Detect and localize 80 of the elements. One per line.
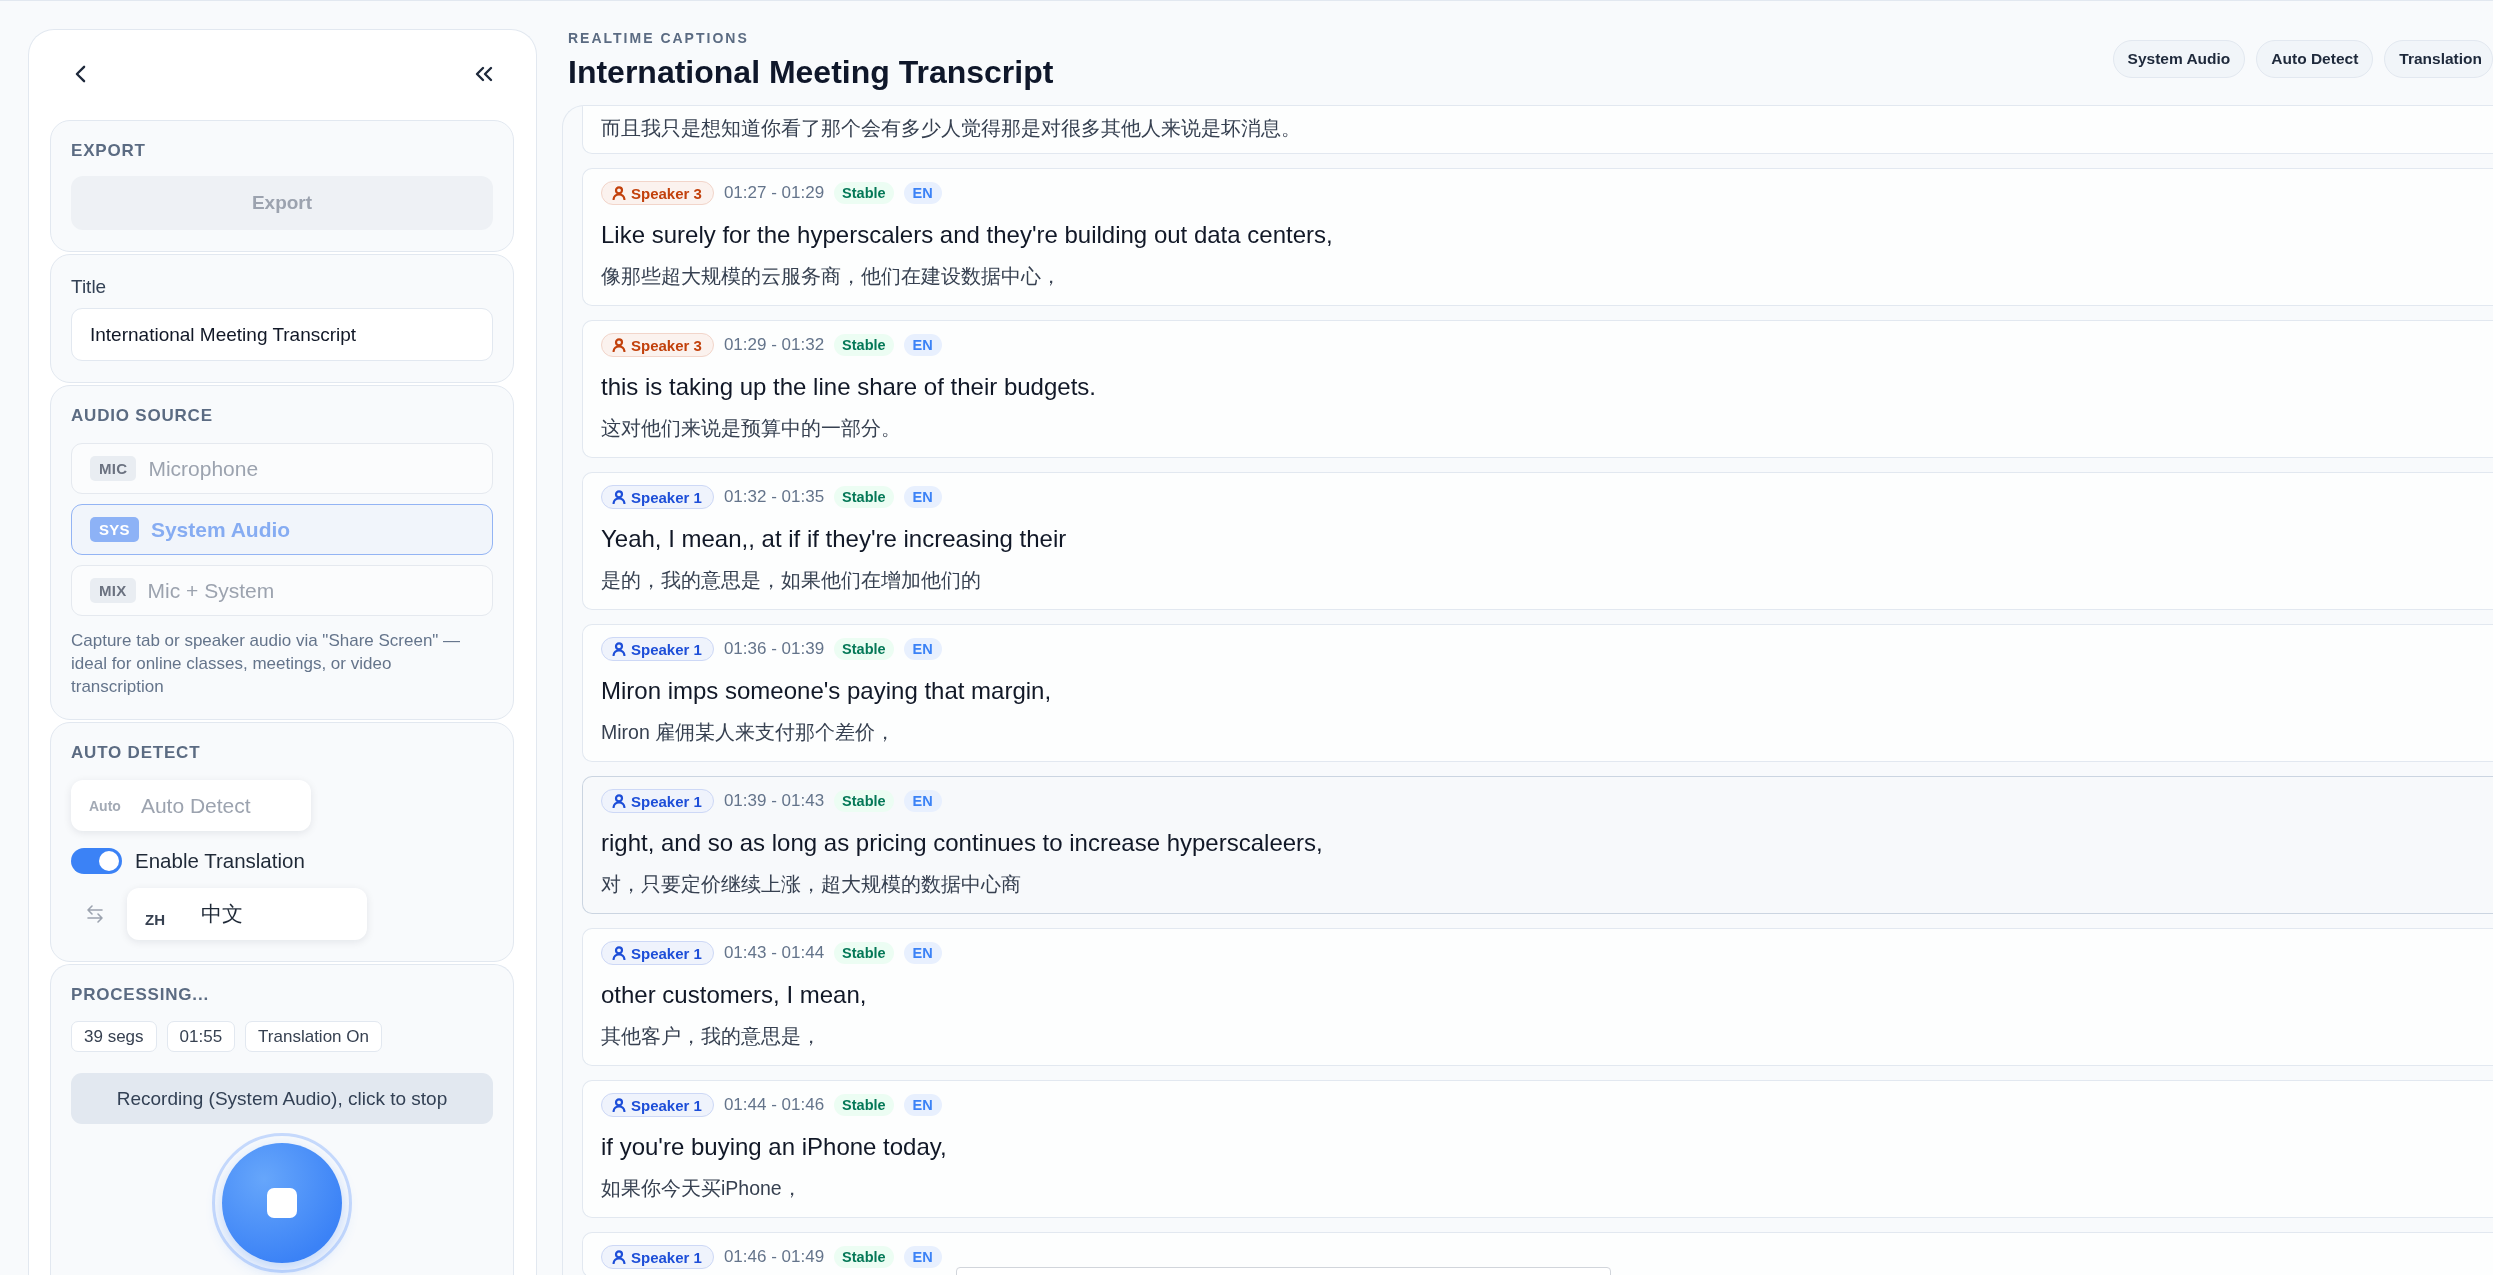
speaker-name: Speaker 1: [631, 792, 702, 810]
transcript-text: other customers, I mean,: [601, 980, 868, 1010]
translation-text: 其他客户，我的意思是，: [601, 1024, 822, 1049]
timestamp: 01:46 - 01:49: [723, 1247, 825, 1267]
audio-source-description: Capture tab or speaker audio via "Share Screen" — ideal for online classes, meetings, or video transcription: [71, 630, 462, 698]
transcript-text: Miron imps someone's paying that margin,: [601, 676, 1053, 706]
language-code: ZH: [145, 910, 166, 930]
source-language-select[interactable]: Auto Auto Detect: [71, 780, 311, 831]
stability-status: Stable: [834, 638, 894, 660]
stop-icon: [267, 1188, 297, 1218]
section-heading: PROCESSING...: [71, 984, 209, 1006]
title-input[interactable]: International Meeting Transcript: [71, 308, 493, 361]
speaker-name: Speaker 1: [631, 488, 702, 506]
language-code: EN: [903, 182, 942, 204]
language-code: EN: [903, 1094, 942, 1116]
target-language-select[interactable]: ZH 中文: [127, 888, 367, 940]
language-code: EN: [903, 486, 942, 508]
page-eyebrow: REALTIME CAPTIONS: [568, 29, 750, 47]
audio-source-option[interactable]: MIX Mic + System: [71, 565, 493, 616]
section-heading: EXPORT: [71, 140, 146, 162]
section-heading: AUDIO SOURCE: [71, 405, 213, 427]
recording-stat: 39 segs: [71, 1021, 157, 1052]
language-code: EN: [903, 334, 942, 356]
translation-text: 这对他们来说是预算中的一部分。: [601, 416, 902, 441]
language-code: EN: [903, 1246, 942, 1268]
translation-text: 是的，我的意思是，如果他们在增加他们的: [601, 568, 982, 593]
field-label: Title: [71, 276, 107, 298]
mode-indicator: Auto Detect: [2256, 40, 2374, 78]
source-code-tag: SYS: [90, 517, 139, 542]
translation-toggle[interactable]: [71, 848, 122, 874]
mode-indicator: System Audio: [2112, 40, 2246, 78]
source-code-tag: MIX: [90, 578, 136, 603]
speaker-name: Speaker 3: [631, 184, 702, 202]
language-code: Auto: [89, 797, 121, 814]
double-chevron-left-icon[interactable]: [474, 66, 494, 82]
translation-text: 对，只要定价继续上涨，超大规模的数据中心商: [601, 872, 1022, 897]
timestamp: 01:39 - 01:43: [723, 791, 825, 811]
section-heading: AUTO DETECT: [71, 742, 201, 764]
swap-arrows-icon[interactable]: [85, 904, 105, 924]
speaker-name: Speaker 1: [631, 640, 702, 658]
timestamp: 01:27 - 01:29: [723, 183, 825, 203]
timestamp: 01:36 - 01:39: [723, 639, 825, 659]
stability-status: Stable: [834, 486, 894, 508]
speaker-name: Speaker 1: [631, 1096, 702, 1114]
language-code: EN: [903, 638, 942, 660]
translation-text: Miron 雇佣某人来支付那个差价，: [601, 720, 897, 745]
mode-indicator: Translation: [2384, 40, 2493, 78]
transcript-text: Yeah, I mean,, at if if they're increasing their: [601, 524, 1068, 554]
transcript-text: right, and so as long as pricing continues to increase hyperscaleers,: [601, 828, 1324, 858]
recording-status-button[interactable]: Recording (System Audio), click to stop: [71, 1073, 493, 1124]
speaker-name: Speaker 3: [631, 336, 702, 354]
timestamp: 01:44 - 01:46: [723, 1095, 825, 1115]
stability-status: Stable: [834, 1246, 894, 1268]
stability-status: Stable: [834, 334, 894, 356]
translation-text: 像那些超大规模的云服务商，他们在建设数据中心，: [601, 264, 1062, 289]
translation-text: 如果你今天买iPhone，: [601, 1176, 803, 1201]
timestamp: 01:29 - 01:32: [723, 335, 825, 355]
timestamp: 01:43 - 01:44: [723, 943, 825, 963]
transcript-text: if you're buying an iPhone today,: [601, 1132, 948, 1162]
stop-button[interactable]: [212, 1133, 352, 1273]
stability-status: Stable: [834, 942, 894, 964]
stability-status: Stable: [834, 1094, 894, 1116]
transcript-text: Like surely for the hyperscalers and they're building out data centers,: [601, 220, 1334, 250]
source-code-tag: MIC: [90, 456, 137, 481]
audio-source-option[interactable]: SYS System Audio: [71, 504, 493, 555]
stability-status: Stable: [834, 182, 894, 204]
audio-source-option[interactable]: MIC Microphone: [71, 443, 493, 494]
stability-status: Stable: [834, 790, 894, 812]
page-title: International Meeting Transcript: [568, 53, 1054, 91]
language-code: EN: [903, 790, 942, 812]
speaker-name: Speaker 1: [631, 944, 702, 962]
timestamp: 01:32 - 01:35: [723, 487, 825, 507]
recording-stat: 01:55: [166, 1021, 236, 1052]
translation-text: 而且我只是想知道你看了那个会有多少人觉得那是对很多其他人来说是坏消息。: [601, 116, 1302, 141]
language-code: EN: [903, 942, 942, 964]
toggle-label: Enable Translation: [135, 849, 305, 873]
speaker-name: Speaker 1: [631, 1248, 702, 1266]
chevron-left-icon[interactable]: [75, 65, 86, 83]
recording-stat: Translation On: [245, 1021, 382, 1052]
transcript-text: this is taking up the line share of their budgets.: [601, 372, 1097, 402]
